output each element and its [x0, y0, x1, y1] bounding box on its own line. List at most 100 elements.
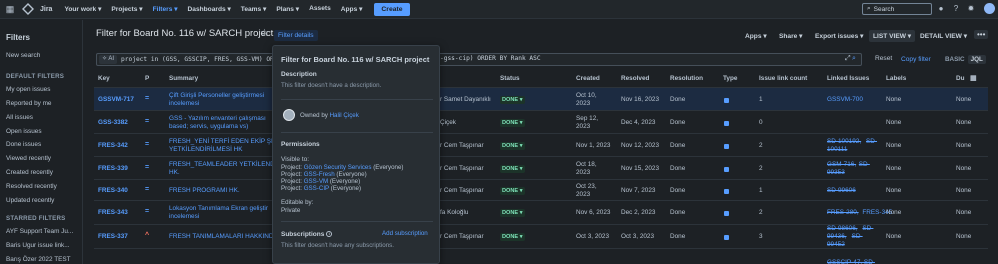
- linked-issue-link[interactable]: SD-100192,: [827, 138, 861, 146]
- global-search-input[interactable]: ⌕ Search: [862, 3, 932, 15]
- linked-issue-link[interactable]: GSM-716,: [827, 161, 856, 169]
- linked-issue-link[interactable]: GSSCIP-47, SD-: [827, 259, 875, 264]
- status-badge[interactable]: DONE ▾: [500, 209, 525, 217]
- linked-issue-link[interactable]: SD-: [859, 161, 870, 169]
- issue-key-link[interactable]: FRES-343: [98, 209, 128, 217]
- summary-link-line2[interactable]: YETKİLENDİRİLMESİ HK: [169, 146, 243, 154]
- linked-issue-link[interactable]: 100111: [827, 146, 847, 154]
- column-header-created[interactable]: Created: [576, 75, 600, 82]
- jira-logo-icon[interactable]: [22, 3, 34, 15]
- issue-key-link[interactable]: FRES-339: [98, 165, 128, 173]
- table-row[interactable]: FRES-339 = FRESH_TEAMLEADER YETKİLEND HK. r …: [94, 156, 988, 179]
- export-issues-button[interactable]: Export issues ▾: [811, 30, 867, 42]
- sidebar-item-resolved-recently[interactable]: Resolved recently: [6, 183, 57, 190]
- linked-issue-link[interactable]: SD-: [862, 225, 873, 233]
- more-actions-button[interactable]: •••: [974, 30, 989, 39]
- status-badge[interactable]: DONE ▾: [500, 187, 525, 195]
- nav-assets[interactable]: Assets: [305, 5, 335, 13]
- summary-link[interactable]: FRESH PROGRAMI HK.: [169, 187, 240, 195]
- linked-issue-link[interactable]: SD-: [866, 138, 877, 146]
- share-button[interactable]: Share ▾: [775, 30, 806, 42]
- issue-key-link[interactable]: FRES-337: [98, 233, 128, 241]
- issue-key-link[interactable]: FRES-340: [98, 187, 128, 195]
- sidebar-item-open-issues[interactable]: Open issues: [6, 128, 42, 135]
- sidebar-item-updated-recently[interactable]: Updated recently: [6, 197, 54, 204]
- basic-mode-button[interactable]: BASIC: [942, 55, 968, 64]
- column-header-status[interactable]: Status: [500, 75, 520, 82]
- summary-link[interactable]: GSS - Yazılım envanteri çalışması: [169, 115, 266, 123]
- info-icon[interactable]: i: [326, 231, 333, 238]
- column-header-linked-issues[interactable]: Linked Issues: [827, 75, 869, 82]
- linked-issue-link[interactable]: SD-99606: [827, 187, 856, 195]
- user-avatar[interactable]: [984, 3, 995, 14]
- table-row[interactable]: FRES-343 = Lokasyon Tanımlama Ekran gelişt…: [94, 200, 988, 224]
- create-button[interactable]: Create: [374, 2, 410, 16]
- syntax-help-icon[interactable]: ⤢: [845, 55, 851, 63]
- sidebar-item-reported-by-me[interactable]: Reported by me: [6, 100, 51, 107]
- copy-filter-button[interactable]: Copy filter: [901, 56, 931, 63]
- list-view-button[interactable]: LIST VIEW ▾: [869, 30, 916, 42]
- table-row[interactable]: FRES-340 = FRESH PROGRAMI HK. r Cem Taşpına…: [94, 179, 988, 200]
- table-row[interactable]: GSSVM-717 = Çift Girişli Personeller geliş…: [94, 87, 988, 110]
- summary-link[interactable]: Lokasyon Tanımlama Ekran geliştir: [169, 205, 268, 213]
- nav-apps[interactable]: Apps ▾: [337, 5, 367, 13]
- project-link[interactable]: GSS-Fresh: [304, 171, 335, 178]
- help-icon[interactable]: ?: [951, 4, 961, 14]
- search-submit-icon[interactable]: ⌕: [852, 55, 856, 63]
- issue-key-link[interactable]: GSS-3382: [98, 119, 128, 127]
- table-row[interactable]: FRES-342 = FRESH_YENİ TERFİ EDEN EKİP ŞE YE…: [94, 133, 988, 156]
- nav-plans[interactable]: Plans ▾: [272, 5, 303, 13]
- sidebar-item-viewed-recently[interactable]: Viewed recently: [6, 155, 51, 162]
- issue-key-link[interactable]: GSSVM-717: [98, 96, 134, 104]
- column-header-key[interactable]: Key: [98, 75, 110, 82]
- linked-issue-link[interactable]: SD-: [852, 233, 863, 241]
- summary-link[interactable]: FRESH_TEAMLEADER YETKİLEND: [169, 161, 275, 169]
- linked-issue-link[interactable]: GSSVM-700: [827, 96, 863, 104]
- nav-dashboards[interactable]: Dashboards ▾: [184, 5, 235, 13]
- column-header-resolved[interactable]: Resolved: [621, 75, 649, 82]
- summary-link-line2[interactable]: based; servis, uygulama vs): [169, 123, 248, 131]
- sidebar-item-starred-filter[interactable]: Baris Ugur issue link...: [6, 242, 70, 249]
- table-row[interactable]: GSS-3382 = GSS - Yazılım envanteri çalışma…: [94, 110, 988, 133]
- summary-link[interactable]: FRESH TANIMLAMALARI HAKKIND: [169, 233, 274, 241]
- status-badge[interactable]: DONE ▾: [500, 96, 525, 104]
- summary-link-line2[interactable]: incelemesi: [169, 213, 199, 221]
- column-header-labels[interactable]: Labels: [886, 75, 906, 82]
- detail-view-button[interactable]: DETAIL VIEW ▾: [916, 30, 971, 42]
- table-row[interactable]: FRES-337 ^ FRESH TANIMLAMALARI HAKKIND r Ce…: [94, 224, 988, 248]
- project-link[interactable]: GSS-CIP: [304, 185, 329, 192]
- nav-projects[interactable]: Projects ▾: [107, 5, 146, 13]
- ai-query-toggle[interactable]: ✧ AI: [99, 55, 118, 64]
- owner-link[interactable]: Halil Çiçek: [330, 112, 359, 119]
- app-switcher-icon[interactable]: ▦: [4, 3, 16, 15]
- nav-teams[interactable]: Teams ▾: [237, 5, 271, 13]
- linked-issue-link[interactable]: 99353: [827, 169, 845, 177]
- apps-button[interactable]: Apps ▾: [741, 30, 771, 42]
- nav-your-work[interactable]: Your work ▾: [60, 5, 105, 13]
- sidebar-item-all-issues[interactable]: All issues: [6, 114, 33, 121]
- column-header-resolution[interactable]: Resolution: [670, 75, 703, 82]
- linked-issue-link[interactable]: 99436,: [827, 233, 847, 241]
- nav-filters[interactable]: Filters ▾: [149, 5, 182, 13]
- sidebar-item-starred-filter[interactable]: AYF Support Team Ju...: [6, 228, 73, 235]
- column-header-summary[interactable]: Summary: [169, 75, 198, 82]
- column-config-icon[interactable]: ▦: [970, 74, 977, 82]
- sidebar-item-created-recently[interactable]: Created recently: [6, 169, 53, 176]
- column-header-priority[interactable]: P: [145, 75, 149, 82]
- sidebar-new-search[interactable]: New search: [6, 52, 40, 59]
- jql-mode-button[interactable]: JQL: [967, 55, 986, 64]
- linked-issue-link[interactable]: SD-98606,: [827, 225, 858, 233]
- notifications-icon[interactable]: ●: [936, 4, 946, 14]
- settings-gear-icon[interactable]: ✹: [966, 4, 976, 14]
- summary-link-line2[interactable]: incelemesi: [169, 100, 199, 108]
- column-header-issue-link-count[interactable]: Issue link count: [759, 75, 807, 82]
- summary-link-line2[interactable]: HK.: [169, 169, 180, 177]
- sidebar-item-my-open-issues[interactable]: My open issues: [6, 86, 50, 93]
- sidebar-item-starred-filter[interactable]: Barış Özer 2022 TEST: [6, 256, 71, 263]
- issue-key-link[interactable]: FRES-342: [98, 142, 128, 150]
- status-badge[interactable]: DONE ▾: [500, 119, 525, 127]
- column-header-due[interactable]: Du: [956, 75, 965, 82]
- summary-link[interactable]: FRESH_YENİ TERFİ EDEN EKİP ŞE: [169, 138, 275, 146]
- filter-details-button[interactable]: Filter details: [274, 30, 318, 41]
- app-name[interactable]: Jira: [40, 6, 52, 13]
